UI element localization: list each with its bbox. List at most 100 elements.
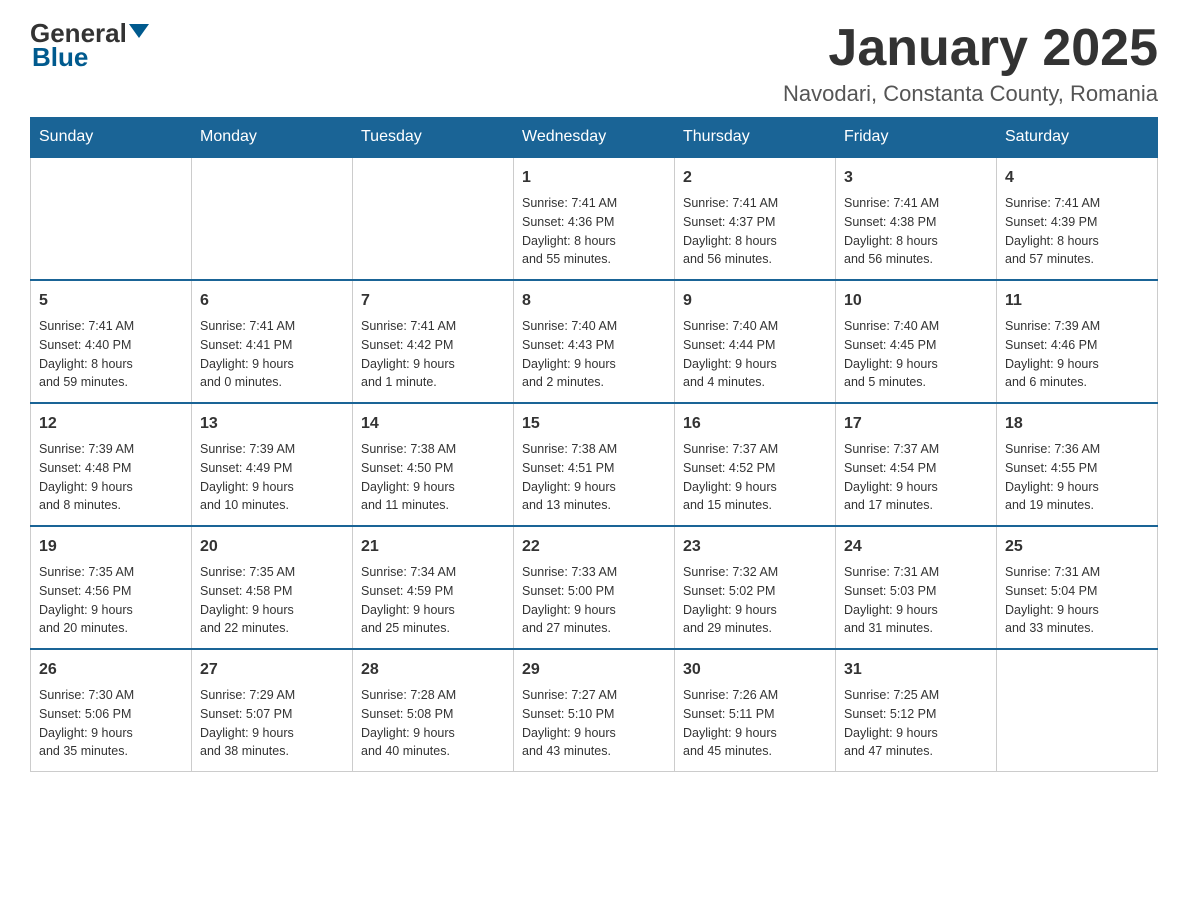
- calendar-day-cell: 4 Sunrise: 7:41 AM Sunset: 4:39 PM Daylig…: [997, 157, 1158, 280]
- calendar-week-row: 12 Sunrise: 7:39 AM Sunset: 4:48 PM Dayli…: [31, 403, 1158, 526]
- day-number: 8: [522, 289, 666, 313]
- calendar-day-cell: 11Sunrise: 7:39 AM Sunset: 4:46 PM Dayli…: [997, 280, 1158, 403]
- day-info: Sunrise: 7:26 AM Sunset: 5:11 PM Dayligh…: [683, 686, 827, 761]
- day-info: Sunrise: 7:36 AM Sunset: 4:55 PM Dayligh…: [1005, 440, 1149, 515]
- weekday-header: Sunday: [31, 118, 192, 158]
- day-info: Sunrise: 7:37 AM Sunset: 4:52 PM Dayligh…: [683, 440, 827, 515]
- calendar-day-cell: 17 Sunrise: 7:37 AM Sunset: 4:54 PM Dayli…: [836, 403, 997, 526]
- day-info: Sunrise: 7:29 AM Sunset: 5:07 PM Dayligh…: [200, 686, 344, 761]
- day-info: Sunrise: 7:30 AM Sunset: 5:06 PM Dayligh…: [39, 686, 183, 761]
- day-number: 6: [200, 289, 344, 313]
- day-info: Sunrise: 7:34 AM Sunset: 4:59 PM Dayligh…: [361, 563, 505, 638]
- day-number: 18: [1005, 412, 1149, 436]
- day-info: Sunrise: 7:32 AM Sunset: 5:02 PM Dayligh…: [683, 563, 827, 638]
- calendar-day-cell: 26 Sunrise: 7:30 AM Sunset: 5:06 PM Dayli…: [31, 649, 192, 772]
- calendar-day-cell: 21 Sunrise: 7:34 AM Sunset: 4:59 PM Dayli…: [353, 526, 514, 649]
- calendar-day-cell: 15 Sunrise: 7:38 AM Sunset: 4:51 PM Dayli…: [514, 403, 675, 526]
- calendar-day-cell: 22 Sunrise: 7:33 AM Sunset: 5:00 PM Dayli…: [514, 526, 675, 649]
- day-info: Sunrise: 7:41 AM Sunset: 4:38 PM Dayligh…: [844, 194, 988, 269]
- day-info: Sunrise: 7:35 AM Sunset: 4:58 PM Dayligh…: [200, 563, 344, 638]
- calendar-day-cell: [31, 157, 192, 280]
- day-number: 7: [361, 289, 505, 313]
- day-info: Sunrise: 7:27 AM Sunset: 5:10 PM Dayligh…: [522, 686, 666, 761]
- day-number: 31: [844, 658, 988, 682]
- day-number: 9: [683, 289, 827, 313]
- calendar-day-cell: [353, 157, 514, 280]
- day-number: 14: [361, 412, 505, 436]
- calendar-day-cell: 31 Sunrise: 7:25 AM Sunset: 5:12 PM Dayli…: [836, 649, 997, 772]
- calendar-body: 1Sunrise: 7:41 AM Sunset: 4:36 PM Daylig…: [31, 157, 1158, 772]
- day-info: Sunrise: 7:41 AM Sunset: 4:42 PM Dayligh…: [361, 317, 505, 392]
- calendar-day-cell: 29 Sunrise: 7:27 AM Sunset: 5:10 PM Dayli…: [514, 649, 675, 772]
- day-info: Sunrise: 7:31 AM Sunset: 5:03 PM Dayligh…: [844, 563, 988, 638]
- calendar-day-cell: 8 Sunrise: 7:40 AM Sunset: 4:43 PM Daylig…: [514, 280, 675, 403]
- calendar-day-cell: 30 Sunrise: 7:26 AM Sunset: 5:11 PM Dayli…: [675, 649, 836, 772]
- weekday-header: Wednesday: [514, 118, 675, 158]
- day-number: 3: [844, 166, 988, 190]
- calendar-week-row: 5 Sunrise: 7:41 AM Sunset: 4:40 PM Daylig…: [31, 280, 1158, 403]
- day-number: 22: [522, 535, 666, 559]
- weekday-header: Saturday: [997, 118, 1158, 158]
- day-info: Sunrise: 7:40 AM Sunset: 4:45 PM Dayligh…: [844, 317, 988, 392]
- day-number: 10: [844, 289, 988, 313]
- day-number: 30: [683, 658, 827, 682]
- calendar-day-cell: 19 Sunrise: 7:35 AM Sunset: 4:56 PM Dayli…: [31, 526, 192, 649]
- title-block: January 2025 Navodari, Constanta County,…: [783, 20, 1158, 107]
- day-number: 27: [200, 658, 344, 682]
- calendar-day-cell: 28 Sunrise: 7:28 AM Sunset: 5:08 PM Dayli…: [353, 649, 514, 772]
- day-number: 23: [683, 535, 827, 559]
- calendar-day-cell: 23 Sunrise: 7:32 AM Sunset: 5:02 PM Dayli…: [675, 526, 836, 649]
- day-number: 19: [39, 535, 183, 559]
- day-info: Sunrise: 7:41 AM Sunset: 4:41 PM Dayligh…: [200, 317, 344, 392]
- day-number: 17: [844, 412, 988, 436]
- calendar-day-cell: 5 Sunrise: 7:41 AM Sunset: 4:40 PM Daylig…: [31, 280, 192, 403]
- day-info: Sunrise: 7:25 AM Sunset: 5:12 PM Dayligh…: [844, 686, 988, 761]
- day-number: 15: [522, 412, 666, 436]
- calendar-day-cell: 16 Sunrise: 7:37 AM Sunset: 4:52 PM Dayli…: [675, 403, 836, 526]
- calendar-day-cell: 2Sunrise: 7:41 AM Sunset: 4:37 PM Daylig…: [675, 157, 836, 280]
- day-number: 28: [361, 658, 505, 682]
- day-number: 1: [522, 166, 666, 190]
- calendar-day-cell: 14Sunrise: 7:38 AM Sunset: 4:50 PM Dayli…: [353, 403, 514, 526]
- day-number: 5: [39, 289, 183, 313]
- day-number: 13: [200, 412, 344, 436]
- logo-triangle-icon: [129, 24, 149, 38]
- page-header: General Blue January 2025 Navodari, Cons…: [30, 20, 1158, 107]
- day-info: Sunrise: 7:41 AM Sunset: 4:39 PM Dayligh…: [1005, 194, 1149, 269]
- day-number: 20: [200, 535, 344, 559]
- calendar-week-row: 19 Sunrise: 7:35 AM Sunset: 4:56 PM Dayli…: [31, 526, 1158, 649]
- month-title: January 2025: [783, 20, 1158, 77]
- day-number: 12: [39, 412, 183, 436]
- day-info: Sunrise: 7:38 AM Sunset: 4:51 PM Dayligh…: [522, 440, 666, 515]
- calendar-day-cell: 3 Sunrise: 7:41 AM Sunset: 4:38 PM Daylig…: [836, 157, 997, 280]
- calendar-day-cell: 24Sunrise: 7:31 AM Sunset: 5:03 PM Dayli…: [836, 526, 997, 649]
- day-info: Sunrise: 7:28 AM Sunset: 5:08 PM Dayligh…: [361, 686, 505, 761]
- calendar-week-row: 1Sunrise: 7:41 AM Sunset: 4:36 PM Daylig…: [31, 157, 1158, 280]
- calendar-day-cell: 6 Sunrise: 7:41 AM Sunset: 4:41 PM Daylig…: [192, 280, 353, 403]
- day-number: 29: [522, 658, 666, 682]
- day-number: 16: [683, 412, 827, 436]
- weekday-header: Thursday: [675, 118, 836, 158]
- day-info: Sunrise: 7:35 AM Sunset: 4:56 PM Dayligh…: [39, 563, 183, 638]
- day-info: Sunrise: 7:39 AM Sunset: 4:48 PM Dayligh…: [39, 440, 183, 515]
- day-number: 4: [1005, 166, 1149, 190]
- day-number: 26: [39, 658, 183, 682]
- day-info: Sunrise: 7:39 AM Sunset: 4:46 PM Dayligh…: [1005, 317, 1149, 392]
- day-info: Sunrise: 7:41 AM Sunset: 4:37 PM Dayligh…: [683, 194, 827, 269]
- calendar-day-cell: 9Sunrise: 7:40 AM Sunset: 4:44 PM Daylig…: [675, 280, 836, 403]
- day-info: Sunrise: 7:39 AM Sunset: 4:49 PM Dayligh…: [200, 440, 344, 515]
- day-info: Sunrise: 7:37 AM Sunset: 4:54 PM Dayligh…: [844, 440, 988, 515]
- calendar-day-cell: 18 Sunrise: 7:36 AM Sunset: 4:55 PM Dayli…: [997, 403, 1158, 526]
- logo: General Blue: [30, 20, 151, 73]
- day-number: 21: [361, 535, 505, 559]
- day-info: Sunrise: 7:41 AM Sunset: 4:40 PM Dayligh…: [39, 317, 183, 392]
- day-info: Sunrise: 7:40 AM Sunset: 4:43 PM Dayligh…: [522, 317, 666, 392]
- logo-blue-text: Blue: [32, 42, 88, 73]
- calendar-day-cell: 10 Sunrise: 7:40 AM Sunset: 4:45 PM Dayli…: [836, 280, 997, 403]
- day-info: Sunrise: 7:33 AM Sunset: 5:00 PM Dayligh…: [522, 563, 666, 638]
- calendar-day-cell: [997, 649, 1158, 772]
- weekday-header: Monday: [192, 118, 353, 158]
- calendar-table: SundayMondayTuesdayWednesdayThursdayFrid…: [30, 117, 1158, 772]
- calendar-day-cell: 12 Sunrise: 7:39 AM Sunset: 4:48 PM Dayli…: [31, 403, 192, 526]
- calendar-day-cell: 1Sunrise: 7:41 AM Sunset: 4:36 PM Daylig…: [514, 157, 675, 280]
